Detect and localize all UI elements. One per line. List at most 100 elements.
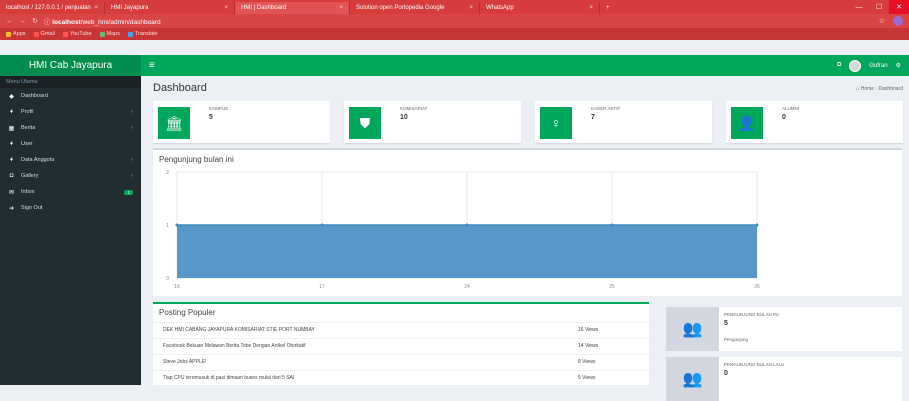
users-icon: 👥 <box>666 307 719 351</box>
stat-value: 0 <box>724 370 728 377</box>
bookmark-item[interactable]: Maps <box>99 31 120 37</box>
sidebar-item-label: Data Anggota <box>21 157 55 163</box>
browser-tab[interactable]: HMI | Dashboard × <box>235 2 350 14</box>
maximize-icon[interactable]: ☐ <box>869 0 889 14</box>
sidebar-item-label: Inbox <box>21 189 35 195</box>
popular-post-row[interactable]: DEK HMI CABANG JAYAPURA KOMISARIAT STIE … <box>153 322 649 338</box>
reload-icon[interactable]: ↻ <box>32 17 38 25</box>
user-name[interactable]: Gufran <box>869 63 887 69</box>
close-window-icon[interactable]: ✕ <box>889 0 909 14</box>
browser-profile-avatar[interactable] <box>893 16 903 26</box>
top-navbar: ≡ ⧉ Gufran ⚙ <box>141 55 909 76</box>
browser-tab[interactable]: WhatsApp × <box>480 2 600 14</box>
envelope-icon: ✉ <box>8 189 15 196</box>
bookmark-label: Apps <box>13 31 26 37</box>
data-point <box>465 223 469 227</box>
dashboard-icon: ◆ <box>9 93 14 100</box>
post-views: 14 Views <box>578 343 599 349</box>
chevron-left-icon: ‹ <box>131 109 133 115</box>
area-series <box>177 225 757 278</box>
post-title[interactable]: Tiap CPU teromusuk di pasi dimaan buses … <box>163 375 294 381</box>
url-text[interactable]: ⓘ localhost/web_hmi/admin/dashboard <box>44 16 161 26</box>
close-tab-icon[interactable]: × <box>589 5 593 11</box>
bookmark-item[interactable]: Translate <box>128 31 158 37</box>
stat-label: PENGUNJUNG BULAN LALU <box>724 362 785 367</box>
popular-post-row[interactable]: Steve Jobs APPLE! 8 Views <box>153 354 649 370</box>
window-controls: — ☐ ✕ <box>849 0 909 14</box>
info-box-kader-aktif: ♀ KADER AKTIF 7 <box>535 101 712 143</box>
stat-sublabel: Pengunjung <box>724 337 749 342</box>
browser-tab-label: HMI | Dashboard <box>241 5 287 11</box>
external-link-icon[interactable]: ⧉ <box>837 62 841 69</box>
sidebar-item-sign-out[interactable]: ➜ Sign Out <box>0 200 141 216</box>
sidebar-item-berita[interactable]: ▦ Berita ‹ <box>0 120 141 136</box>
users-icon: ♦ <box>9 109 14 115</box>
back-icon[interactable]: ← <box>6 18 13 25</box>
bookmarks-bar: Apps Gmail YouTube Maps Translate <box>0 28 909 40</box>
address-bar[interactable]: ← → ↻ ⓘ localhost/web_hmi/admin/dashboar… <box>0 14 909 28</box>
bookmark-favicon-icon <box>6 31 11 37</box>
page-title: Dashboard <box>153 82 207 94</box>
menu-toggle-icon[interactable]: ≡ <box>149 60 155 71</box>
sidebar-item-dashboard[interactable]: ◆ Dashboard <box>0 88 141 104</box>
sidebar-item-profil[interactable]: ♦ Profil ‹ <box>0 104 141 120</box>
info-box-label: ALUMNI <box>782 106 800 111</box>
browser-tab[interactable]: HMI Jayapura × <box>105 2 235 14</box>
news-icon: ▦ <box>8 125 15 132</box>
bookmark-favicon-icon <box>128 31 133 37</box>
x-tick-label: 16 <box>174 284 180 290</box>
popular-post-row[interactable]: Facebook Bekuan Melawan Berita Tobe Deng… <box>153 338 649 354</box>
post-title[interactable]: DEK HMI CABANG JAYAPURA KOMISARIAT STIE … <box>163 327 315 333</box>
bookmark-label: Translate <box>135 31 158 37</box>
breadcrumb: ⌂ Home › Dashboard <box>856 86 903 92</box>
new-tab-button[interactable]: + <box>600 2 616 14</box>
sidebar-item-data-anggota[interactable]: ♦ Data Anggota ‹ <box>0 152 141 168</box>
main-content: Dashboard ⌂ Home › Dashboard 🏛 KAMPUS 5 ⛊ KO… <box>141 76 909 401</box>
x-tick-label: 26 <box>754 284 760 290</box>
bank-icon: 🏛 <box>158 107 190 139</box>
info-box-label: KADER AKTIF <box>591 106 621 111</box>
breadcrumb-current: Dashboard <box>878 86 903 92</box>
bookmark-favicon-icon <box>62 31 68 37</box>
close-tab-icon[interactable]: × <box>224 5 228 11</box>
visitor-stat-box: 👥 PENGUNJUNG BULAN LALU 0 <box>666 357 902 401</box>
bookmark-label: Gmail <box>40 31 55 37</box>
sidebar-item-label: User <box>21 141 33 147</box>
browser-tab[interactable]: Solution open Portopedia Google × <box>350 2 480 14</box>
bookmark-item[interactable]: YouTube <box>62 31 92 37</box>
browser-tab-label: localhost / 127.0.0.1 / penjualan <box>6 5 91 11</box>
sidebar-item-inbox[interactable]: ✉ Inbox 1 <box>0 184 141 200</box>
close-tab-icon[interactable]: × <box>469 5 473 11</box>
bookmark-item[interactable]: Apps <box>6 31 26 37</box>
popular-post-row[interactable]: Tiap CPU teromusuk di pasi dimaan buses … <box>153 370 649 386</box>
info-icon: ⓘ <box>43 19 51 26</box>
post-title[interactable]: Steve Jobs APPLE! <box>163 359 206 365</box>
bookmark-favicon-icon <box>99 31 105 37</box>
shield-icon: ⛊ <box>349 107 381 139</box>
x-tick-label: 24 <box>464 284 470 290</box>
user-avatar[interactable] <box>849 59 862 72</box>
browser-tab-strip: localhost / 127.0.0.1 / penjualan × HMI Ja… <box>0 0 909 14</box>
post-title[interactable]: Facebook Bekuan Melawan Berita Tobe Deng… <box>163 343 306 349</box>
data-point <box>175 223 179 227</box>
info-box-value: 7 <box>591 114 595 121</box>
visitor-stat-box: 👥 PENGUNJUNG BULAN INI 5 Pengunjung <box>666 307 902 351</box>
stat-label: PENGUNJUNG BULAN INI <box>724 312 779 317</box>
browser-tab[interactable]: localhost / 127.0.0.1 / penjualan × <box>0 2 105 14</box>
close-tab-icon[interactable]: × <box>94 5 98 11</box>
post-views: 16 Views <box>578 327 599 333</box>
info-box-komisariat: ⛊ KOMISARIAT 10 <box>344 101 521 143</box>
minimize-icon[interactable]: — <box>849 0 869 14</box>
close-tab-icon[interactable]: × <box>339 5 343 11</box>
breadcrumb-home[interactable]: Home <box>861 86 874 92</box>
sidebar-item-user[interactable]: ♦ User <box>0 136 141 152</box>
bookmark-item[interactable]: Gmail <box>33 31 55 37</box>
settings-gear-icon[interactable]: ⚙ <box>896 62 901 69</box>
bookmark-star-icon[interactable]: ☆ <box>879 17 885 25</box>
x-tick-label: 17 <box>319 284 325 290</box>
app-logo[interactable]: HMI Cab Jayapura <box>0 55 141 76</box>
forward-icon[interactable]: → <box>19 18 26 25</box>
sidebar-item-gallery[interactable]: ◘ Gallery ‹ <box>0 168 141 184</box>
sidebar-item-label: Berita <box>21 125 36 131</box>
popular-posts-title: Posting Populer <box>159 308 216 317</box>
